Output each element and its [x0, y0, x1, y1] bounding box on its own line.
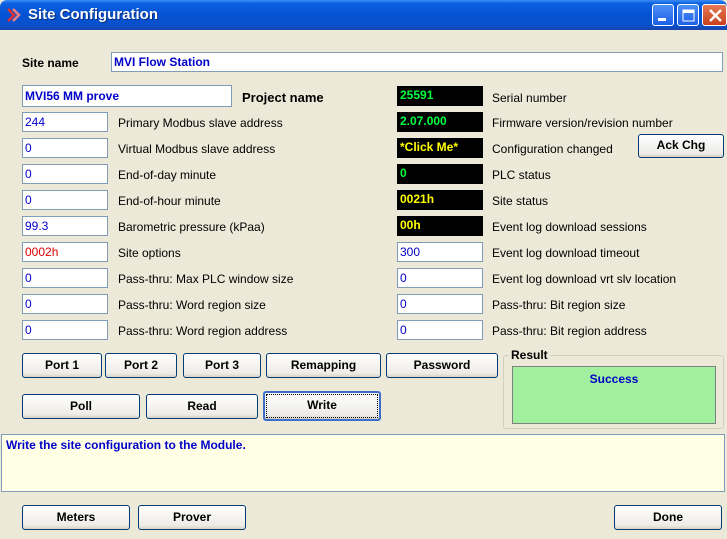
- done-label: Done: [653, 510, 683, 524]
- event-log-download-vrt-slv-location-field[interactable]: 0: [397, 268, 483, 288]
- pass-thru-max-plc-window-size-label: Pass-thru: Max PLC window size: [118, 272, 294, 286]
- site-configuration-window: Site Configuration Site name MVI Flow St…: [0, 0, 727, 539]
- firmware-version-label: Firmware version/revision number: [492, 116, 673, 130]
- meters-button[interactable]: Meters: [22, 505, 130, 530]
- ack-chg-button[interactable]: Ack Chg: [638, 134, 724, 158]
- virtual-modbus-slave-address-label: Virtual Modbus slave address: [118, 142, 276, 156]
- result-status-box: Success: [512, 366, 716, 424]
- done-button[interactable]: Done: [614, 505, 722, 530]
- maximize-button[interactable]: [677, 4, 699, 26]
- app-icon: [7, 8, 21, 22]
- result-value: Success: [589, 372, 639, 386]
- result-group-title: Result: [509, 348, 550, 362]
- window-title: Site Configuration: [28, 6, 158, 23]
- port-2-button[interactable]: Port 2: [105, 353, 177, 378]
- primary-modbus-slave-address-field[interactable]: 244: [22, 112, 108, 132]
- port-3-button[interactable]: Port 3: [183, 353, 261, 378]
- site-status-value: 0021h: [397, 190, 483, 210]
- site-name-field[interactable]: MVI Flow Station: [111, 52, 723, 72]
- serial-number-label: Serial number: [492, 91, 567, 105]
- plc-status-value: 0: [397, 164, 483, 184]
- port-3-label: Port 3: [204, 358, 239, 372]
- barometric-pressure-field[interactable]: 99.3: [22, 216, 108, 236]
- configuration-changed-value[interactable]: *Click Me*: [397, 138, 483, 158]
- plc-status-label: PLC status: [492, 168, 551, 182]
- pass-thru-bit-region-address-field[interactable]: 0: [397, 320, 483, 340]
- meters-label: Meters: [56, 510, 96, 524]
- minimize-icon: [658, 18, 666, 21]
- site-options-label: Site options: [118, 246, 181, 260]
- poll-button[interactable]: Poll: [22, 394, 140, 419]
- project-name-field[interactable]: MVI56 MM prove: [22, 85, 232, 107]
- ack-chg-label: Ack Chg: [656, 138, 706, 152]
- status-message-box: Write the site configuration to the Modu…: [1, 434, 725, 492]
- read-label: Read: [187, 399, 217, 413]
- pass-thru-max-plc-window-size-field[interactable]: 0: [22, 268, 108, 288]
- project-name-label: Project name: [242, 90, 324, 105]
- event-log-download-sessions-value: 00h: [397, 216, 483, 236]
- serial-number-value: 25591: [397, 86, 483, 106]
- virtual-modbus-slave-address-field[interactable]: 0: [22, 138, 108, 158]
- title-bar[interactable]: Site Configuration: [0, 0, 727, 30]
- pass-thru-word-region-address-label: Pass-thru: Word region address: [118, 324, 288, 338]
- status-message-text: Write the site configuration to the Modu…: [6, 438, 246, 452]
- prover-button[interactable]: Prover: [138, 505, 246, 530]
- site-name-label: Site name: [22, 56, 79, 70]
- pass-thru-bit-region-size-label: Pass-thru: Bit region size: [492, 298, 626, 312]
- prover-label: Prover: [172, 510, 212, 524]
- minimize-button[interactable]: [652, 4, 674, 26]
- end-of-day-minute-field[interactable]: 0: [22, 164, 108, 184]
- remapping-label: Remapping: [290, 358, 357, 372]
- event-log-download-timeout-field[interactable]: 300: [397, 242, 483, 262]
- pass-thru-word-region-size-field[interactable]: 0: [22, 294, 108, 314]
- pass-thru-word-region-address-field[interactable]: 0: [22, 320, 108, 340]
- site-status-label: Site status: [492, 194, 549, 208]
- close-icon: [709, 9, 722, 22]
- pass-thru-word-region-size-label: Pass-thru: Word region size: [118, 298, 266, 312]
- pass-thru-bit-region-address-label: Pass-thru: Bit region address: [492, 324, 647, 338]
- read-button[interactable]: Read: [146, 394, 258, 419]
- end-of-hour-minute-label: End-of-hour minute: [118, 194, 221, 208]
- event-log-download-sessions-label: Event log download sessions: [492, 220, 647, 234]
- primary-modbus-slave-address-label: Primary Modbus slave address: [118, 116, 283, 130]
- password-button[interactable]: Password: [386, 353, 498, 378]
- end-of-day-minute-label: End-of-day minute: [118, 168, 217, 182]
- event-log-download-vrt-slv-location-label: Event log download vrt slv location: [492, 272, 677, 286]
- pass-thru-bit-region-size-field[interactable]: 0: [397, 294, 483, 314]
- write-label: Write: [307, 398, 337, 412]
- barometric-pressure-label: Barometric pressure (kPaa): [118, 220, 265, 234]
- port-1-label: Port 1: [44, 358, 79, 372]
- maximize-icon: [682, 9, 695, 22]
- poll-label: Poll: [69, 399, 92, 413]
- write-button[interactable]: Write: [263, 391, 381, 421]
- port-1-button[interactable]: Port 1: [22, 353, 102, 378]
- firmware-version-value: 2.07.000: [397, 112, 483, 132]
- close-button[interactable]: [702, 4, 727, 26]
- remapping-button[interactable]: Remapping: [266, 353, 381, 378]
- port-2-label: Port 2: [123, 358, 158, 372]
- password-label: Password: [413, 358, 471, 372]
- event-log-download-timeout-label: Event log download timeout: [492, 246, 640, 260]
- configuration-changed-label: Configuration changed: [492, 142, 613, 156]
- site-options-field[interactable]: 0002h: [22, 242, 108, 262]
- end-of-hour-minute-field[interactable]: 0: [22, 190, 108, 210]
